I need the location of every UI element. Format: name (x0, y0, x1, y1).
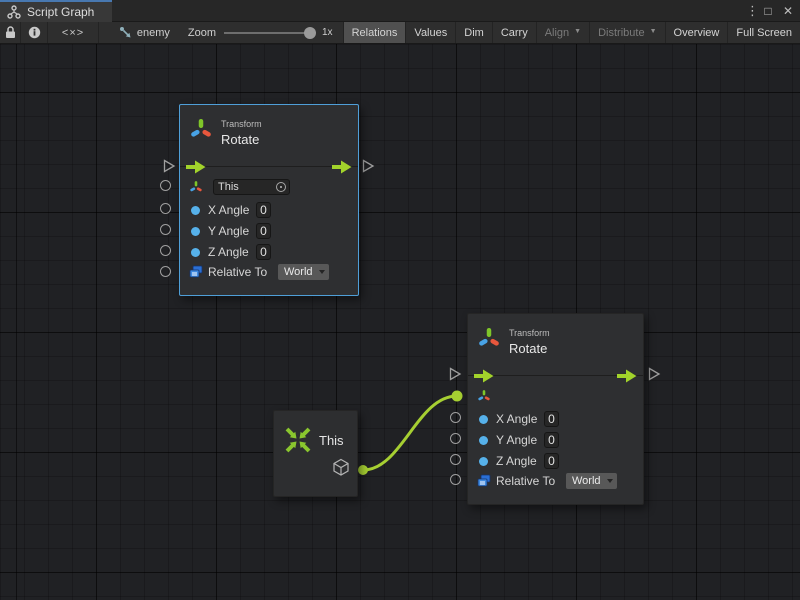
transform-icon (477, 389, 491, 404)
port-label: X Angle (208, 203, 256, 217)
rotate-node-1[interactable]: Transform Rotate This X Angle 0 (179, 104, 359, 296)
this-field-value: This (214, 181, 276, 193)
value-port-dot (191, 248, 200, 257)
value-port-dot (479, 436, 488, 445)
value-input-port[interactable] (160, 245, 171, 256)
zoom-label: Zoom (188, 27, 216, 39)
value-input-port[interactable] (450, 412, 461, 423)
distribute-button[interactable]: Distribute ▼ (590, 22, 665, 43)
this-node-label: This (319, 433, 344, 448)
connection-wire (0, 44, 800, 600)
align-label: Align (545, 27, 569, 39)
overview-button[interactable]: Overview (666, 22, 729, 43)
value-input-port[interactable] (160, 180, 171, 191)
flow-output-port[interactable] (648, 367, 661, 381)
value-port-dot (191, 206, 200, 215)
relative-to-dropdown[interactable]: World (278, 264, 329, 280)
node-category: Transform (221, 119, 262, 129)
transform-icon (189, 117, 213, 143)
chevron-down-icon: ▼ (650, 28, 657, 35)
node-category: Transform (509, 328, 550, 338)
angle-input[interactable]: 0 (256, 244, 271, 260)
port-label: X Angle (496, 412, 544, 426)
port-label: Y Angle (496, 433, 544, 447)
value-input-port[interactable] (450, 474, 461, 485)
angle-input[interactable]: 0 (256, 223, 271, 239)
info-button[interactable] (21, 22, 48, 43)
tab-script-graph[interactable]: Script Graph (0, 0, 112, 22)
zoom-slider[interactable] (224, 22, 316, 44)
value-port-dot (191, 227, 200, 236)
object-picker-icon[interactable] (276, 182, 286, 192)
graph-name: enemy (137, 27, 170, 39)
node-title: Rotate (221, 132, 262, 147)
enum-icon (189, 265, 203, 279)
gameobject-cube-icon[interactable] (332, 458, 350, 477)
flow-output-port[interactable] (362, 159, 375, 173)
port-label: Z Angle (496, 454, 544, 468)
values-button[interactable]: Values (406, 22, 456, 43)
relative-to-dropdown[interactable]: World (566, 473, 617, 489)
graph-icon (119, 26, 132, 39)
tab-label: Script Graph (27, 5, 94, 19)
transform-icon (189, 180, 203, 195)
align-button[interactable]: Align ▼ (537, 22, 590, 43)
port-label: Z Angle (208, 245, 256, 259)
fullscreen-button[interactable]: Full Screen (728, 22, 800, 43)
angle-input[interactable]: 0 (544, 453, 559, 469)
value-input-port[interactable] (160, 266, 171, 277)
flow-input-port[interactable] (449, 367, 462, 381)
close-icon[interactable]: ✕ (780, 2, 796, 20)
edit-source-button[interactable]: <×> (48, 22, 99, 43)
carry-button[interactable]: Carry (493, 22, 537, 43)
flow-arrow-icon (186, 160, 206, 174)
value-port-dot (479, 457, 488, 466)
port-label: Relative To (208, 265, 278, 279)
self-icon (284, 426, 312, 454)
window-menu-icon[interactable]: ⋮ (746, 2, 756, 20)
angle-input[interactable]: 0 (256, 202, 271, 218)
flow-arrow-icon (332, 160, 352, 174)
lock-button[interactable] (0, 22, 21, 43)
value-port-dot (479, 415, 488, 424)
dim-button[interactable]: Dim (456, 22, 493, 43)
this-node[interactable]: This (273, 410, 358, 497)
relations-button[interactable]: Relations (343, 22, 407, 43)
angle-input[interactable]: 0 (544, 432, 559, 448)
enum-icon (477, 474, 491, 488)
flow-arrow-icon (474, 369, 494, 383)
port-label: Relative To (496, 474, 566, 488)
maximize-icon[interactable]: □ (760, 2, 776, 20)
graph-toolbar: <×> enemy Zoom 1x Relations Values Dim C… (0, 22, 800, 44)
chevron-down-icon: ▼ (574, 28, 581, 35)
flow-input-port[interactable] (163, 159, 176, 173)
flow-arrow-icon (617, 369, 637, 383)
this-object-field[interactable]: This (213, 179, 290, 195)
node-title: Rotate (509, 341, 550, 356)
info-icon (28, 26, 41, 39)
value-input-port[interactable] (450, 433, 461, 444)
graph-canvas[interactable]: Transform Rotate This X Angle 0 (0, 44, 800, 600)
zoom-value: 1x (322, 27, 333, 38)
script-graph-icon (7, 5, 21, 19)
angle-input[interactable]: 0 (544, 411, 559, 427)
rotate-node-2[interactable]: Transform Rotate X Angle 0 Y Angle 0 (467, 313, 644, 505)
lock-icon (5, 26, 16, 39)
value-input-port[interactable] (160, 224, 171, 235)
zoom-slider-knob[interactable] (304, 27, 316, 39)
zoom-slider-track (224, 32, 310, 34)
code-icon: <×> (62, 27, 84, 39)
graph-reference[interactable]: enemy (105, 22, 174, 43)
value-input-port[interactable] (160, 203, 171, 214)
value-input-port[interactable] (450, 454, 461, 465)
distribute-label: Distribute (598, 27, 644, 39)
transform-icon (477, 326, 501, 352)
window-titlebar: Script Graph ⋮ □ ✕ (0, 0, 800, 22)
port-label: Y Angle (208, 224, 256, 238)
